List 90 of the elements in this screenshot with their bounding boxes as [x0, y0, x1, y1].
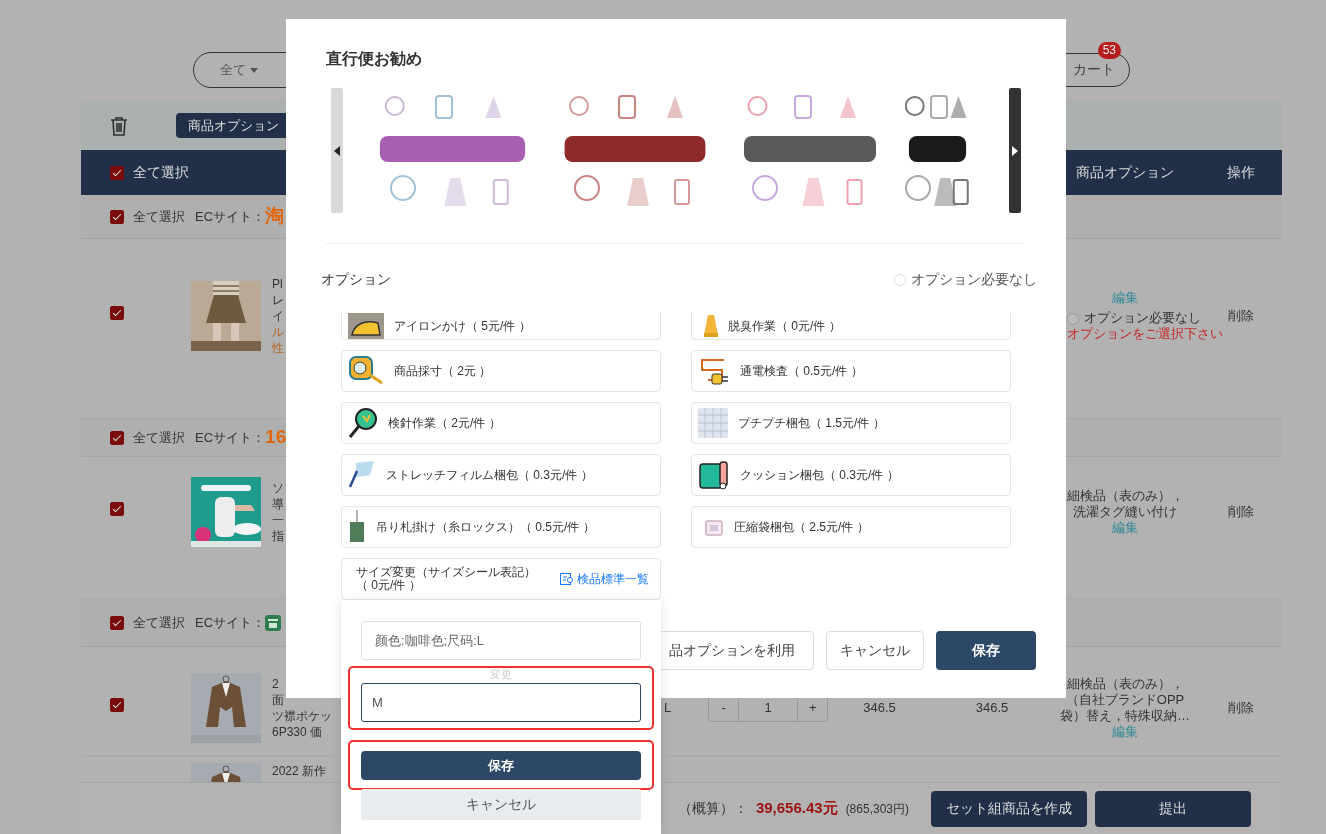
radio-label: オプション必要なし — [911, 271, 1037, 287]
shop-logo-icon — [265, 614, 282, 631]
option-item[interactable]: 検針作業（ 2元/件 ） — [341, 402, 661, 444]
option-summary: 細検品（表のみ）， — [1065, 488, 1185, 504]
option-summary: 細検品（表のみ）， — [1065, 676, 1185, 692]
carousel-next-button[interactable] — [1009, 88, 1021, 213]
total-amount: 39,656.43元 — [755, 798, 838, 819]
current-variant-field[interactable]: 颜色:咖啡色;尺码:L — [361, 621, 641, 660]
site-label: ECサイト： — [195, 208, 266, 224]
column-header: 全て選択 — [133, 163, 189, 182]
caret-left-icon — [334, 145, 340, 156]
product-title: ソ — [272, 480, 284, 496]
option-item[interactable]: 商品採寸（ 2元 ） — [341, 350, 661, 392]
product-title: 面 — [272, 692, 284, 708]
option-item[interactable]: アイロンかけ（ 5元/件 ） — [341, 312, 661, 340]
checkbox[interactable] — [110, 615, 124, 630]
product-title: ツ襟ポケッ — [272, 708, 332, 724]
bag-icon — [704, 517, 724, 537]
site-label: ECサイト： — [195, 428, 266, 447]
submit-button[interactable]: 提出 — [1095, 790, 1251, 827]
product-title: 2 — [272, 676, 279, 692]
option-item[interactable]: プチプチ梱包（ 1.5元/件 ） — [691, 402, 1011, 444]
option-item[interactable]: クッション梱包（ 0.3元/件 ） — [691, 454, 1011, 496]
option-item[interactable]: ストレッチフィルム梱包（ 0.3元/件 ） — [341, 454, 661, 496]
checkbox[interactable] — [110, 209, 124, 224]
standard-list-link[interactable]: 検品標準一覧 — [560, 572, 649, 586]
checkbox[interactable] — [110, 698, 124, 713]
trash-icon[interactable] — [110, 115, 128, 136]
product-title: 性 — [272, 340, 284, 356]
section-title: オプション — [321, 270, 391, 289]
option-summary: 洗濯タグ縫い付け — [1072, 504, 1178, 520]
warning-text: オプションをご選択下さい — [1067, 326, 1223, 341]
option-item[interactable]: 吊り札掛け（糸ロックス）（ 0.5元/件 ） — [341, 506, 661, 548]
product-title: 2022 新作 — [272, 763, 327, 779]
variant-text: L — [664, 699, 672, 718]
checkbox[interactable] — [110, 306, 124, 321]
column-header: 商品オプション — [1075, 163, 1175, 182]
checkbox[interactable] — [110, 502, 124, 517]
site-label: ECサイト： — [195, 613, 266, 632]
dialog-title: 直行便お勧め — [326, 49, 423, 69]
delete-link[interactable]: 削除 — [1228, 308, 1254, 324]
caret-right-icon — [1012, 145, 1018, 156]
save-button[interactable]: 保存 — [361, 751, 641, 780]
product-title: 一 — [272, 512, 284, 528]
product-title: Pl — [272, 276, 283, 292]
radio-button[interactable] — [1067, 312, 1079, 325]
select-all-label: 全て選択 — [133, 613, 185, 632]
column-header: 操作 — [1226, 163, 1256, 182]
option-item[interactable]: 圧縮袋梱包（ 2.5元/件 ） — [691, 506, 1011, 548]
cushion-roll-icon — [698, 460, 730, 490]
shop-logo: 16 — [265, 425, 287, 450]
tape-measure-icon — [348, 355, 384, 387]
count-badge: 53 — [1097, 41, 1121, 59]
product-title: 6P330 価 — [272, 724, 323, 740]
bottle-icon — [704, 314, 718, 337]
radio-label: オプション必要なし — [1084, 310, 1201, 325]
option-item[interactable]: 通電検査（ 0.5元/件 ） — [691, 350, 1011, 392]
price-text: 346.5 — [863, 699, 896, 718]
select-all-label: 全て選択 — [133, 207, 185, 226]
cancel-button[interactable]: キャンセル — [361, 789, 641, 820]
price-text: 346.5 — [975, 699, 1009, 718]
caret-icon — [250, 67, 258, 73]
tag-icon — [348, 510, 366, 544]
checkbox[interactable] — [110, 165, 124, 180]
iron-icon — [348, 312, 384, 339]
option-item[interactable]: サイズ変更（サイズシール表記）（ 0元/件 ） 検品標準一覧 — [341, 558, 661, 600]
magnifier-icon — [348, 407, 378, 439]
shop-logo: 淘 — [265, 204, 285, 229]
option-item[interactable]: 脱臭作業（ 0元/件 ） — [691, 312, 1011, 340]
product-title: 指 — [272, 528, 284, 544]
bubble-wrap-icon — [698, 408, 728, 438]
option-summary: 袋）替え，特殊収納… — [1059, 708, 1191, 724]
total-yen: (865,303円) — [845, 800, 909, 818]
product-title: レ — [272, 292, 284, 308]
film-roll-icon — [348, 461, 376, 489]
select-all-label: 全て選択 — [133, 428, 185, 447]
checkbox[interactable] — [110, 430, 124, 445]
delete-link[interactable]: 削除 — [1228, 504, 1254, 520]
size-input[interactable]: M — [361, 683, 641, 722]
option-summary: （自社ブランドOPP — [1064, 692, 1186, 708]
document-search-icon — [560, 573, 574, 585]
power-cord-icon — [698, 356, 730, 386]
product-title: ル — [272, 324, 284, 340]
product-title: 導 — [272, 496, 284, 512]
product-title: イ — [272, 308, 284, 324]
save-button[interactable]: 保存 — [936, 631, 1036, 670]
create-set-button[interactable]: セット組商品を作成 — [931, 790, 1087, 827]
cancel-button[interactable]: キャンセル — [826, 631, 924, 670]
delete-link[interactable]: 削除 — [1228, 700, 1254, 716]
total-label: （概算）： — [677, 799, 748, 818]
